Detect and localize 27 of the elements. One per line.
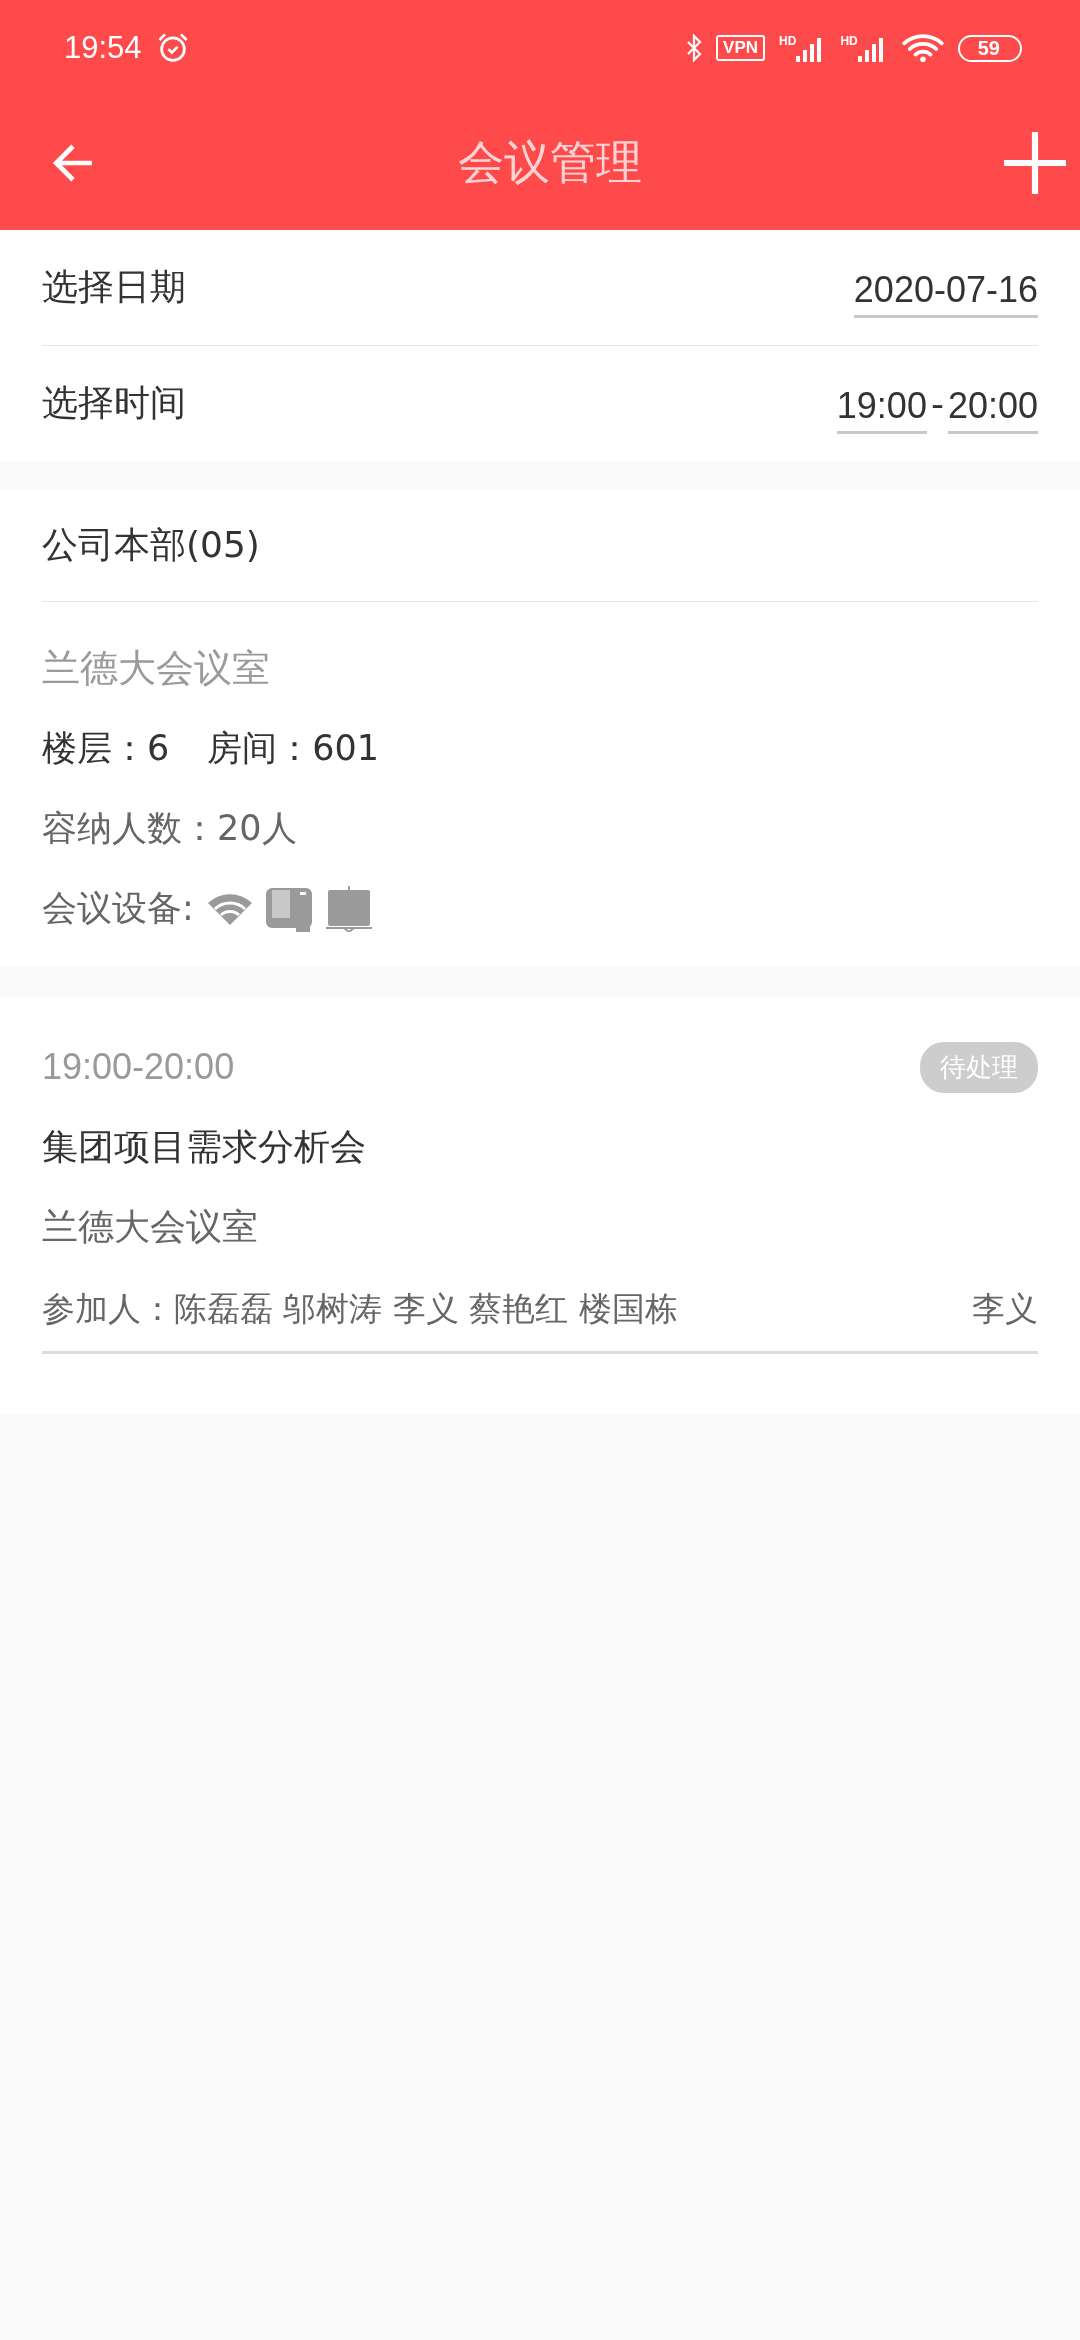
network-type-label: HD xyxy=(840,34,858,48)
filter-label: 选择时间 xyxy=(42,381,186,425)
status-time: 19:54 xyxy=(64,30,142,66)
battery-indicator: 59 xyxy=(957,34,1022,62)
time-separator: - xyxy=(930,383,944,424)
presentation-screen-icon xyxy=(325,884,372,932)
network-type-label: HD xyxy=(779,34,797,48)
section-heading: 公司本部(05) xyxy=(42,489,1038,602)
participants-text: 参加人：陈磊磊 邬树涛 李义 蔡艳红 楼国栋 xyxy=(42,1287,678,1330)
room-name: 兰德大会议室 xyxy=(42,644,271,692)
meeting-title: 集团项目需求分析会 xyxy=(42,1124,367,1169)
host-name: 李义 xyxy=(972,1287,1038,1330)
date-field[interactable]: 2020-07-16 xyxy=(853,269,1038,318)
equipment-label: 会议设备: xyxy=(42,886,194,930)
end-time-field[interactable]: 20:00 xyxy=(947,385,1038,434)
filter-label: 选择日期 xyxy=(42,265,186,309)
meeting-time: 19:00-20:00 xyxy=(42,1046,235,1088)
add-button[interactable] xyxy=(1004,132,1066,194)
room-number-text: 房间：601 xyxy=(207,726,380,770)
bluetooth-icon xyxy=(686,34,703,62)
page-title: 会议管理 xyxy=(457,134,643,191)
vpn-indicator: VPN xyxy=(716,35,766,61)
capacity-text: 容纳人数：20人 xyxy=(42,806,298,850)
start-time-field[interactable]: 19:00 xyxy=(836,385,927,434)
meeting-room: 兰德大会议室 xyxy=(42,1204,259,1249)
floor-text: 楼层：6 xyxy=(42,726,170,770)
wifi-icon xyxy=(901,33,944,63)
